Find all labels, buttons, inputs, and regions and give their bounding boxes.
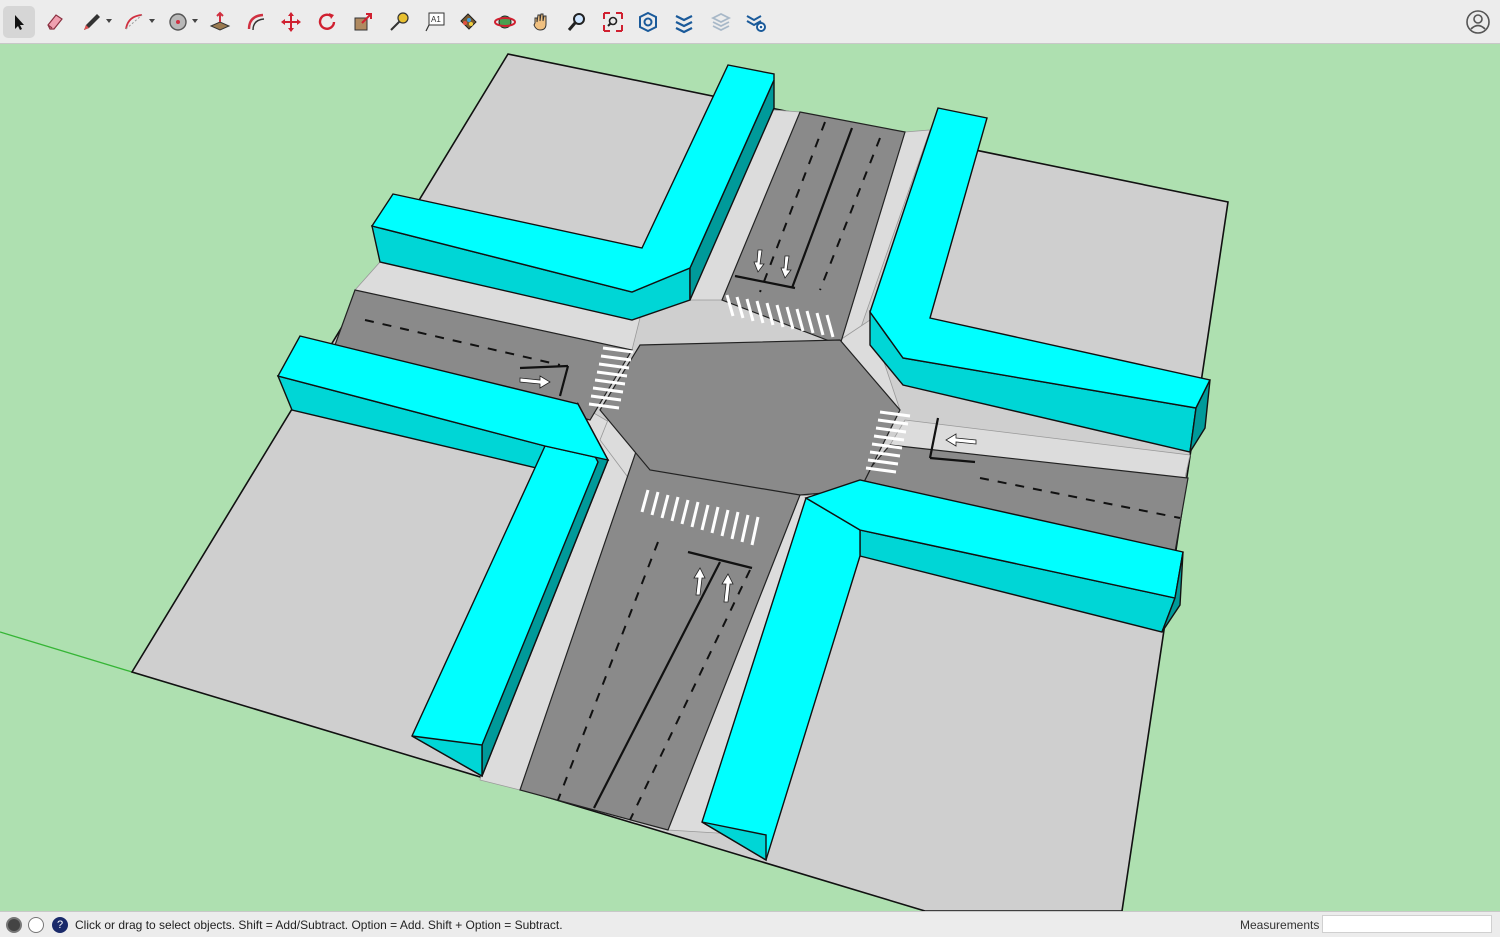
- paint-bucket-tool-button[interactable]: [452, 6, 484, 38]
- move-arrows-icon: [281, 12, 301, 32]
- orbit-icon: [494, 15, 516, 29]
- paint-bucket-icon: [460, 13, 477, 30]
- measurements-label: Measurements: [1240, 918, 1320, 932]
- status-hint: Click or drag to select objects. Shift =…: [75, 918, 563, 932]
- account-button[interactable]: [1464, 8, 1492, 36]
- help-icon[interactable]: ?: [52, 917, 68, 933]
- zoom-tool-button[interactable]: [561, 6, 593, 38]
- offset-tool-button[interactable]: [240, 6, 272, 38]
- warehouse-icon: [639, 11, 657, 33]
- extension-icon: [675, 15, 693, 34]
- svg-text:A1: A1: [431, 15, 441, 24]
- tape-measure-tool-button[interactable]: [383, 6, 415, 38]
- line-tool-button[interactable]: [76, 6, 108, 38]
- credits-icon[interactable]: [28, 917, 44, 933]
- tape-measure-icon: [390, 12, 409, 31]
- layout-tool-button[interactable]: [705, 6, 737, 38]
- select-tool-button[interactable]: [3, 6, 35, 38]
- account-icon: [1466, 10, 1490, 34]
- push-pull-tool-button[interactable]: [204, 6, 236, 38]
- magnifier-icon: [567, 13, 585, 31]
- extension-manager-tool-button[interactable]: [740, 6, 772, 38]
- shape-tool-button[interactable]: [162, 6, 194, 38]
- line-tool-dropdown[interactable]: [106, 19, 112, 23]
- main-toolbar: A1: [0, 0, 1500, 44]
- arc-icon: [125, 14, 143, 30]
- status-bar: ? Click or drag to select objects. Shift…: [0, 911, 1500, 937]
- push-pull-icon: [209, 11, 231, 31]
- text-tool-button[interactable]: A1: [419, 6, 451, 38]
- extension-gear-icon: [746, 15, 766, 32]
- scale-icon: [354, 13, 372, 31]
- scale-tool-button[interactable]: [347, 6, 379, 38]
- eraser-icon: [47, 14, 63, 30]
- circle-shape-icon: [169, 13, 187, 31]
- measurements-input[interactable]: [1322, 915, 1492, 933]
- offset-icon: [247, 13, 265, 31]
- eraser-tool-button[interactable]: [39, 6, 71, 38]
- zoom-extents-tool-button[interactable]: [597, 6, 629, 38]
- pan-tool-button[interactable]: [525, 6, 557, 38]
- model-scene[interactable]: [0, 44, 1500, 911]
- orbit-tool-button[interactable]: [489, 6, 521, 38]
- shape-tool-dropdown[interactable]: [192, 19, 198, 23]
- arc-tool-dropdown[interactable]: [149, 19, 155, 23]
- text-label-icon: A1: [425, 12, 445, 32]
- move-tool-button[interactable]: [275, 6, 307, 38]
- hand-icon: [533, 13, 547, 31]
- extension-warehouse-tool-button[interactable]: [668, 6, 700, 38]
- arc-tool-button[interactable]: [118, 6, 150, 38]
- pencil-icon: [84, 14, 100, 30]
- zoom-extents-icon: [603, 12, 623, 32]
- model-viewport[interactable]: [0, 44, 1500, 911]
- layers-icon: [710, 12, 732, 32]
- 3d-warehouse-tool-button[interactable]: [632, 6, 664, 38]
- arrow-cursor-icon: [15, 15, 24, 30]
- rotate-icon: [318, 13, 336, 30]
- geo-location-icon[interactable]: [6, 917, 22, 933]
- rotate-tool-button[interactable]: [311, 6, 343, 38]
